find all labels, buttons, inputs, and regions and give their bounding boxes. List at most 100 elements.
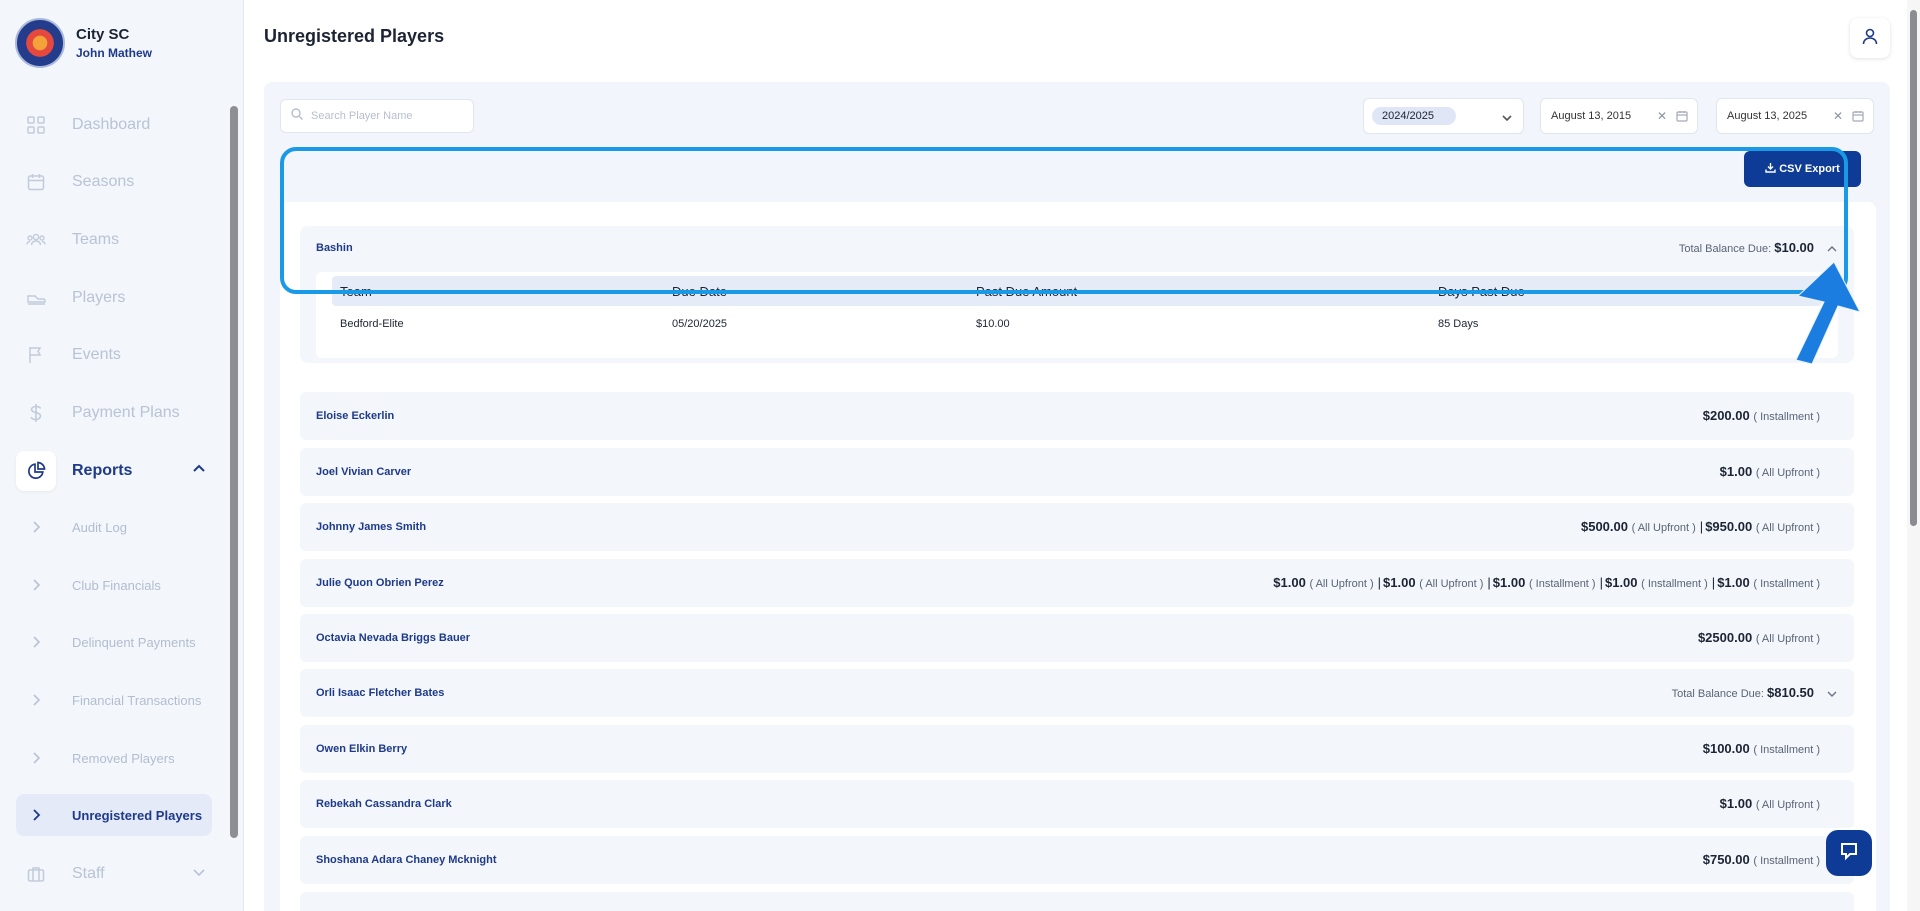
list-item[interactable]: Eloise Eckerlin $200.00 ( Installment ) <box>300 392 1854 440</box>
profile-button[interactable] <box>1850 18 1890 58</box>
nav-label: Players <box>72 289 126 306</box>
list-item[interactable]: Octavia Nevada Briggs Bauer $2500.00 ( A… <box>300 614 1854 662</box>
nav-label: Payment Plans <box>72 404 180 421</box>
list-item[interactable]: Shoshana Adara Chaney Mcknight $750.00 (… <box>300 836 1854 884</box>
amount: $1.00 <box>1604 575 1638 590</box>
list-item[interactable]: Johnny James Smith $500.00 ( All Upfront… <box>300 503 1854 551</box>
list-item[interactable]: Rebekah Cassandra Clark $1.00 ( All Upfr… <box>300 780 1854 828</box>
users-icon <box>16 220 56 260</box>
expanded-player-row[interactable]: Bashin Total Balance Due: $10.00 Team Du… <box>300 226 1854 363</box>
amounts: $750.00 ( Installment ) <box>1703 852 1822 867</box>
download-icon <box>1765 162 1776 176</box>
total-balance-label: Total Balance Due: <box>1671 688 1764 700</box>
separator: | <box>1487 575 1491 590</box>
player-name[interactable]: Octavia Nevada Briggs Bauer <box>316 632 470 644</box>
nav-players[interactable]: Players <box>16 277 212 319</box>
sidebar-scrollbar[interactable] <box>230 106 238 838</box>
search-box[interactable] <box>280 99 474 133</box>
amount-type: ( All Upfront ) <box>1755 467 1820 479</box>
past-due-amount-cell: $10.00 <box>976 318 1010 330</box>
amount: $750.00 <box>1702 852 1750 867</box>
player-name[interactable]: Bashin <box>316 242 353 254</box>
chevron-right-icon <box>16 636 56 648</box>
amounts: $200.00 ( Installment ) <box>1703 408 1822 423</box>
start-date-field[interactable]: August 13, 2015 ✕ <box>1540 98 1698 134</box>
sidebar-item-delinquent-payments[interactable]: Delinquent Payments <box>16 621 212 663</box>
list-item[interactable]: Orli Isaac Fletcher Bates Total Balance … <box>300 669 1854 717</box>
player-name[interactable]: Owen Elkin Berry <box>316 743 407 755</box>
chevron-right-icon <box>16 752 56 764</box>
nav-reports[interactable]: Reports <box>16 450 212 492</box>
amounts: $100.00 ( Installment ) <box>1703 741 1822 756</box>
nav-seasons[interactable]: Seasons <box>16 161 212 203</box>
help-chat-button[interactable] <box>1826 830 1872 876</box>
player-name[interactable]: Joel Vivian Carver <box>316 466 411 478</box>
clear-icon[interactable]: ✕ <box>1833 109 1843 123</box>
player-name[interactable]: Rebekah Cassandra Clark <box>316 798 452 810</box>
player-name[interactable]: Johnny James Smith <box>316 521 426 533</box>
chevron-down-icon[interactable] <box>1826 687 1838 705</box>
sidebar-item-audit-log[interactable]: Audit Log <box>16 506 212 548</box>
amount: $1.00 <box>1383 575 1416 590</box>
amount: $200.00 <box>1702 408 1750 423</box>
search-input[interactable] <box>311 110 461 122</box>
page-scrollbar[interactable] <box>1907 0 1920 911</box>
report-panel: 2024/2025 August 13, 2015 ✕ August 13, 2… <box>264 82 1890 911</box>
start-date-value: August 13, 2015 <box>1551 110 1632 122</box>
list-item[interactable]: Julie Quon Obrien Perez $1.00 ( All Upfr… <box>300 559 1854 607</box>
sidebar-item-label: Delinquent Payments <box>72 634 196 650</box>
sidebar-item-unregistered-players[interactable]: Unregistered Players <box>16 794 212 836</box>
nav-label: Seasons <box>72 173 135 190</box>
column-header: Due Date <box>672 284 727 299</box>
cleat-icon <box>16 278 56 318</box>
nav-dashboard[interactable]: Dashboard <box>16 104 212 146</box>
briefcase-icon <box>16 854 56 894</box>
sidebar-item-removed-players[interactable]: Removed Players <box>16 737 212 779</box>
amount-type: ( Installment ) <box>1753 578 1820 590</box>
season-select[interactable]: 2024/2025 <box>1363 98 1524 134</box>
list-item[interactable]: Owen Elkin Berry $100.00 ( Installment ) <box>300 725 1854 773</box>
club-brand[interactable]: City SC John Mathew <box>15 18 152 68</box>
calendar-icon[interactable] <box>1676 110 1688 125</box>
user-name: John Mathew <box>76 46 153 60</box>
clear-icon[interactable]: ✕ <box>1657 109 1667 123</box>
page-title: Unregistered Players <box>264 26 445 46</box>
sidebar: City SC John Mathew Dashboard Seasons Te… <box>0 0 244 911</box>
search-icon <box>291 107 303 125</box>
nav-events[interactable]: Events <box>16 334 212 376</box>
separator: | <box>1711 575 1716 590</box>
player-name[interactable]: Julie Quon Obrien Perez <box>316 577 444 589</box>
amount-type: ( All Upfront ) <box>1755 799 1820 811</box>
amount-type: ( Installment ) <box>1528 578 1596 590</box>
nav-payment-plans[interactable]: Payment Plans <box>16 392 212 434</box>
calendar-icon[interactable] <box>1852 110 1864 125</box>
column-header: Days Past Due <box>1438 284 1525 299</box>
end-date-field[interactable]: August 13, 2025 ✕ <box>1716 98 1874 134</box>
nav-label: Events <box>72 346 121 363</box>
nav-staff[interactable]: Staff <box>16 853 212 895</box>
club-logo <box>15 18 65 68</box>
list-item[interactable]: Joel Vivian Carver $1.00 ( All Upfront ) <box>300 448 1854 496</box>
player-name[interactable]: Orli Isaac Fletcher Bates <box>316 687 444 699</box>
amount-type: ( Installment ) <box>1641 578 1708 590</box>
player-name[interactable]: Shoshana Adara Chaney Mcknight <box>316 854 497 866</box>
chevron-up-icon[interactable] <box>1826 242 1838 260</box>
amount: $1.00 <box>1717 575 1750 590</box>
chat-icon <box>1838 840 1860 867</box>
amount: $1.00 <box>1492 575 1526 590</box>
amount: $1.00 <box>1719 464 1753 479</box>
sidebar-item-financial-transactions[interactable]: Financial Transactions <box>16 679 212 721</box>
main-content: Unregistered Players 2024/2025 August 13… <box>244 0 1910 911</box>
separator: | <box>1599 575 1603 590</box>
nav-teams[interactable]: Teams <box>16 219 212 261</box>
player-name[interactable]: Eloise Eckerlin <box>316 410 394 422</box>
user-icon <box>1861 27 1879 50</box>
separator: | <box>1377 575 1382 590</box>
scrollbar-thumb[interactable] <box>1910 10 1917 526</box>
list-item-partial[interactable] <box>300 892 1854 911</box>
separator: | <box>1699 519 1704 534</box>
total-balance-value: $10.00 <box>1774 240 1814 255</box>
amount: $500.00 <box>1580 519 1628 534</box>
sidebar-item-club-financials[interactable]: Club Financials <box>16 564 212 606</box>
csv-export-button[interactable]: CSV Export <box>1744 151 1861 187</box>
